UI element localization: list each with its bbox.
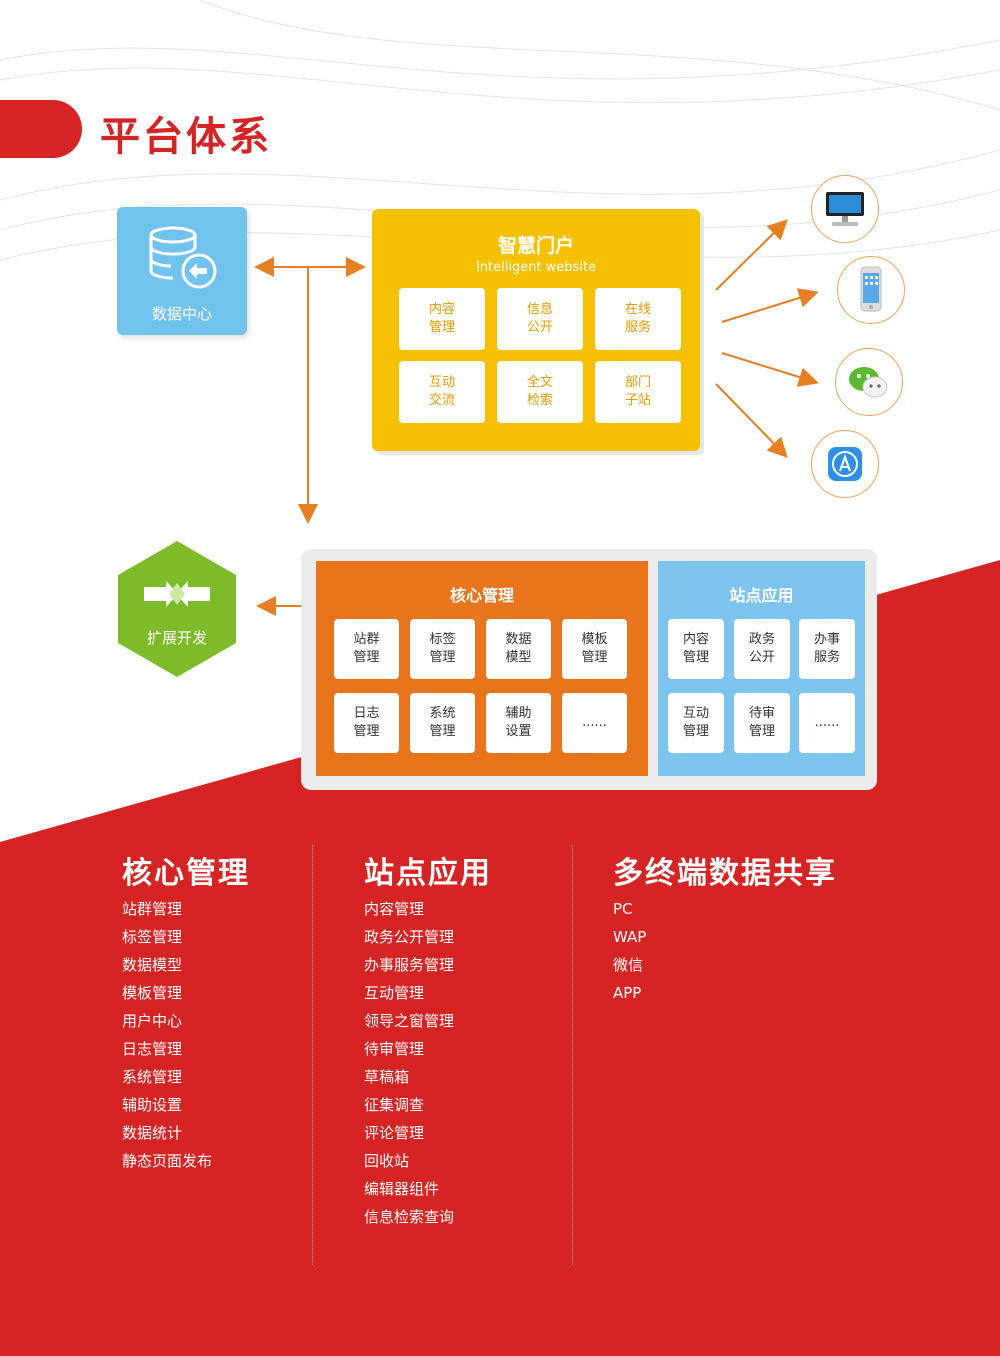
list-item: 日志管理 — [122, 1040, 183, 1058]
list-item: WAP — [613, 928, 647, 946]
list-item: 系统管理 — [122, 1068, 183, 1086]
site-application-box: 站点应用 内容 管理 政务 公开 办事 服务 互动 管理 待审 管理 .....… — [658, 561, 865, 776]
arrow-to-app — [715, 383, 788, 458]
core-management-box: 核心管理 站群 管理 标签 管理 数据 模型 模板 管理 日志 管理 系统 管理… — [316, 561, 648, 776]
list-item: 标签管理 — [122, 928, 183, 946]
list-item: 站群管理 — [122, 900, 183, 918]
list-item: 草稿箱 — [364, 1068, 410, 1086]
portal-box: 智慧门户 Intelligent website 内容 管理 信息 公开 在线 … — [372, 209, 700, 451]
app-store-icon — [811, 430, 879, 498]
pc-monitor-icon — [811, 175, 879, 243]
portal-tile: 内容 管理 — [399, 288, 485, 350]
list-item: 待审管理 — [364, 1040, 425, 1058]
core-title: 核心管理 — [449, 586, 514, 605]
feature-list-terminals: PC WAP 微信 APP — [613, 898, 646, 1010]
portal-tile: 全文 检索 — [497, 361, 583, 423]
list-item: 回收站 — [364, 1152, 410, 1170]
feature-list-core: 站群管理 标签管理 数据模型 模板管理 用户中心 日志管理 系统管理 辅助设置 … — [122, 898, 212, 1178]
list-item: 静态页面发布 — [122, 1152, 213, 1170]
list-item: 用户中心 — [122, 1012, 183, 1030]
site-tile: 政务 公开 — [734, 619, 790, 679]
column-title: 站点应用 — [364, 856, 492, 891]
list-item: 编辑器组件 — [364, 1180, 440, 1198]
portal-tile: 在线 服务 — [595, 288, 681, 350]
site-tile: 待审 管理 — [734, 693, 790, 753]
core-tile: 模板 管理 — [562, 619, 627, 679]
portal-tile: 信息 公开 — [497, 288, 583, 350]
wechat-icon — [835, 348, 903, 416]
database-arrow-icon — [149, 226, 217, 289]
portal-tile: 互动 交流 — [399, 361, 485, 423]
list-item: 互动管理 — [364, 984, 425, 1002]
core-tile: 日志 管理 — [334, 693, 399, 753]
feature-list-site: 内容管理 政务公开管理 办事服务管理 互动管理 领导之窗管理 待审管理 草稿箱 … — [364, 898, 454, 1234]
column-divider — [572, 845, 573, 1265]
extension-box: 扩展开发 — [118, 541, 236, 677]
core-tile: 数据 模型 — [486, 619, 551, 679]
site-title: 站点应用 — [729, 586, 794, 605]
portal-title: 智慧门户 — [497, 235, 574, 257]
site-tile: ...... — [799, 693, 855, 753]
list-item: 领导之窗管理 — [364, 1012, 455, 1030]
data-center-label: 数据中心 — [151, 305, 212, 323]
list-item: PC — [613, 900, 633, 918]
arrow-to-phone — [721, 288, 819, 323]
phone-icon — [837, 256, 905, 324]
list-item: 辅助设置 — [122, 1096, 183, 1114]
list-item: APP — [613, 984, 642, 1002]
portal-subtitle: Intelligent website — [475, 260, 597, 275]
list-item: 评论管理 — [364, 1124, 425, 1142]
list-item: 模板管理 — [122, 984, 183, 1002]
list-item: 数据统计 — [122, 1124, 183, 1142]
portal-tile: 部门 子站 — [595, 361, 681, 423]
column-divider — [312, 845, 313, 1265]
extension-label: 扩展开发 — [146, 629, 207, 647]
core-tile: 系统 管理 — [410, 693, 475, 753]
core-tile: ...... — [562, 693, 627, 753]
list-item: 征集调查 — [364, 1096, 425, 1114]
column-title: 多终端数据共享 — [613, 856, 837, 891]
list-item: 数据模型 — [122, 956, 183, 974]
site-tile: 办事 服务 — [799, 619, 855, 679]
site-tile: 内容 管理 — [668, 619, 724, 679]
list-item: 内容管理 — [364, 900, 425, 918]
list-item: 政务公开管理 — [364, 928, 455, 946]
arrow-to-wechat — [721, 352, 819, 387]
core-tile: 辅助 设置 — [486, 693, 551, 753]
list-item: 信息检索查询 — [364, 1208, 455, 1226]
data-center-box: 数据中心 — [117, 207, 247, 335]
site-tile: 互动 管理 — [668, 693, 724, 753]
list-item: 办事服务管理 — [364, 956, 455, 974]
list-item: 微信 — [613, 956, 644, 974]
column-title: 核心管理 — [122, 856, 250, 891]
core-tile: 站群 管理 — [334, 619, 399, 679]
core-tile: 标签 管理 — [410, 619, 475, 679]
arrow-to-pc — [715, 219, 788, 291]
